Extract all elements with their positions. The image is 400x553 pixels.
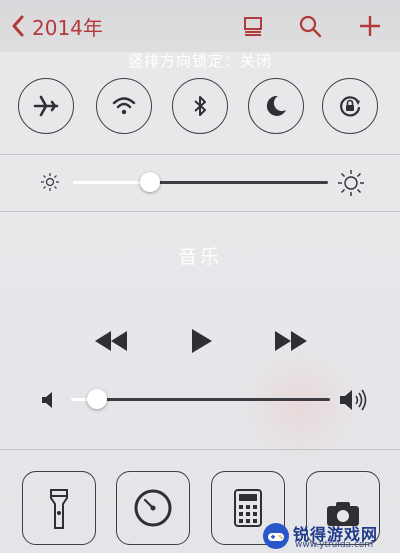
wifi-icon [112, 97, 136, 115]
volume-high-icon [340, 389, 367, 411]
divider [0, 211, 400, 212]
rewind-icon [95, 331, 127, 351]
orientation-lock-status: 竖排方向锁定：关闭 [127, 52, 272, 70]
search-icon [299, 15, 322, 38]
search-button[interactable] [296, 12, 324, 40]
control-center: 2014年 竖排方向锁定：关闭 音乐 锐得游戏网 www.ytruida.com [0, 0, 400, 553]
do-not-disturb-toggle[interactable] [248, 78, 304, 134]
volume-slider-track[interactable] [96, 398, 330, 401]
timer-tile[interactable] [116, 471, 190, 545]
watermark-url: www.ytruida.com [295, 540, 374, 550]
wifi-toggle[interactable] [96, 78, 152, 134]
add-event-button[interactable] [356, 12, 384, 40]
brightness-row [0, 157, 400, 209]
list-view-button[interactable] [239, 12, 267, 40]
brightness-low-icon [41, 173, 59, 191]
quick-toggles [0, 78, 400, 138]
site-watermark: 锐得游戏网 www.ytruida.com [262, 520, 400, 553]
flashlight-icon [50, 489, 68, 529]
timer-clock-icon [134, 489, 172, 527]
brightness-slider-track[interactable] [149, 181, 328, 184]
volume-low-icon [42, 392, 52, 408]
fast-forward-icon [275, 331, 307, 351]
divider [0, 449, 400, 450]
plus-icon [360, 16, 380, 36]
airplane-mode-toggle[interactable] [18, 78, 74, 134]
brightness-high-icon [338, 170, 364, 196]
play-icon [192, 329, 212, 353]
do-not-disturb-moon-icon [266, 95, 286, 116]
list-view-icon [244, 17, 262, 36]
volume-slider-knob[interactable] [86, 389, 107, 409]
rotation-lock-toggle[interactable] [322, 78, 378, 134]
rewind-button[interactable] [92, 326, 130, 356]
back-button[interactable]: 2014年 [10, 13, 103, 40]
calendar-nav-bar: 2014年 [0, 0, 400, 52]
bluetooth-toggle[interactable] [172, 78, 228, 134]
music-title: 音乐 [177, 246, 222, 268]
bluetooth-icon [194, 96, 206, 116]
brightness-slider-fill [73, 181, 150, 184]
fast-forward-button[interactable] [272, 326, 310, 356]
back-label: 2014年 [32, 15, 103, 40]
rotation-lock-icon [340, 96, 361, 117]
airplane-mode-icon [33, 95, 59, 117]
gamepad-logo-icon [263, 523, 289, 549]
brightness-slider-knob[interactable] [139, 172, 160, 192]
divider [0, 154, 400, 155]
flashlight-tile[interactable] [22, 471, 96, 545]
chevron-left-icon [12, 15, 24, 37]
play-button[interactable] [186, 324, 216, 358]
